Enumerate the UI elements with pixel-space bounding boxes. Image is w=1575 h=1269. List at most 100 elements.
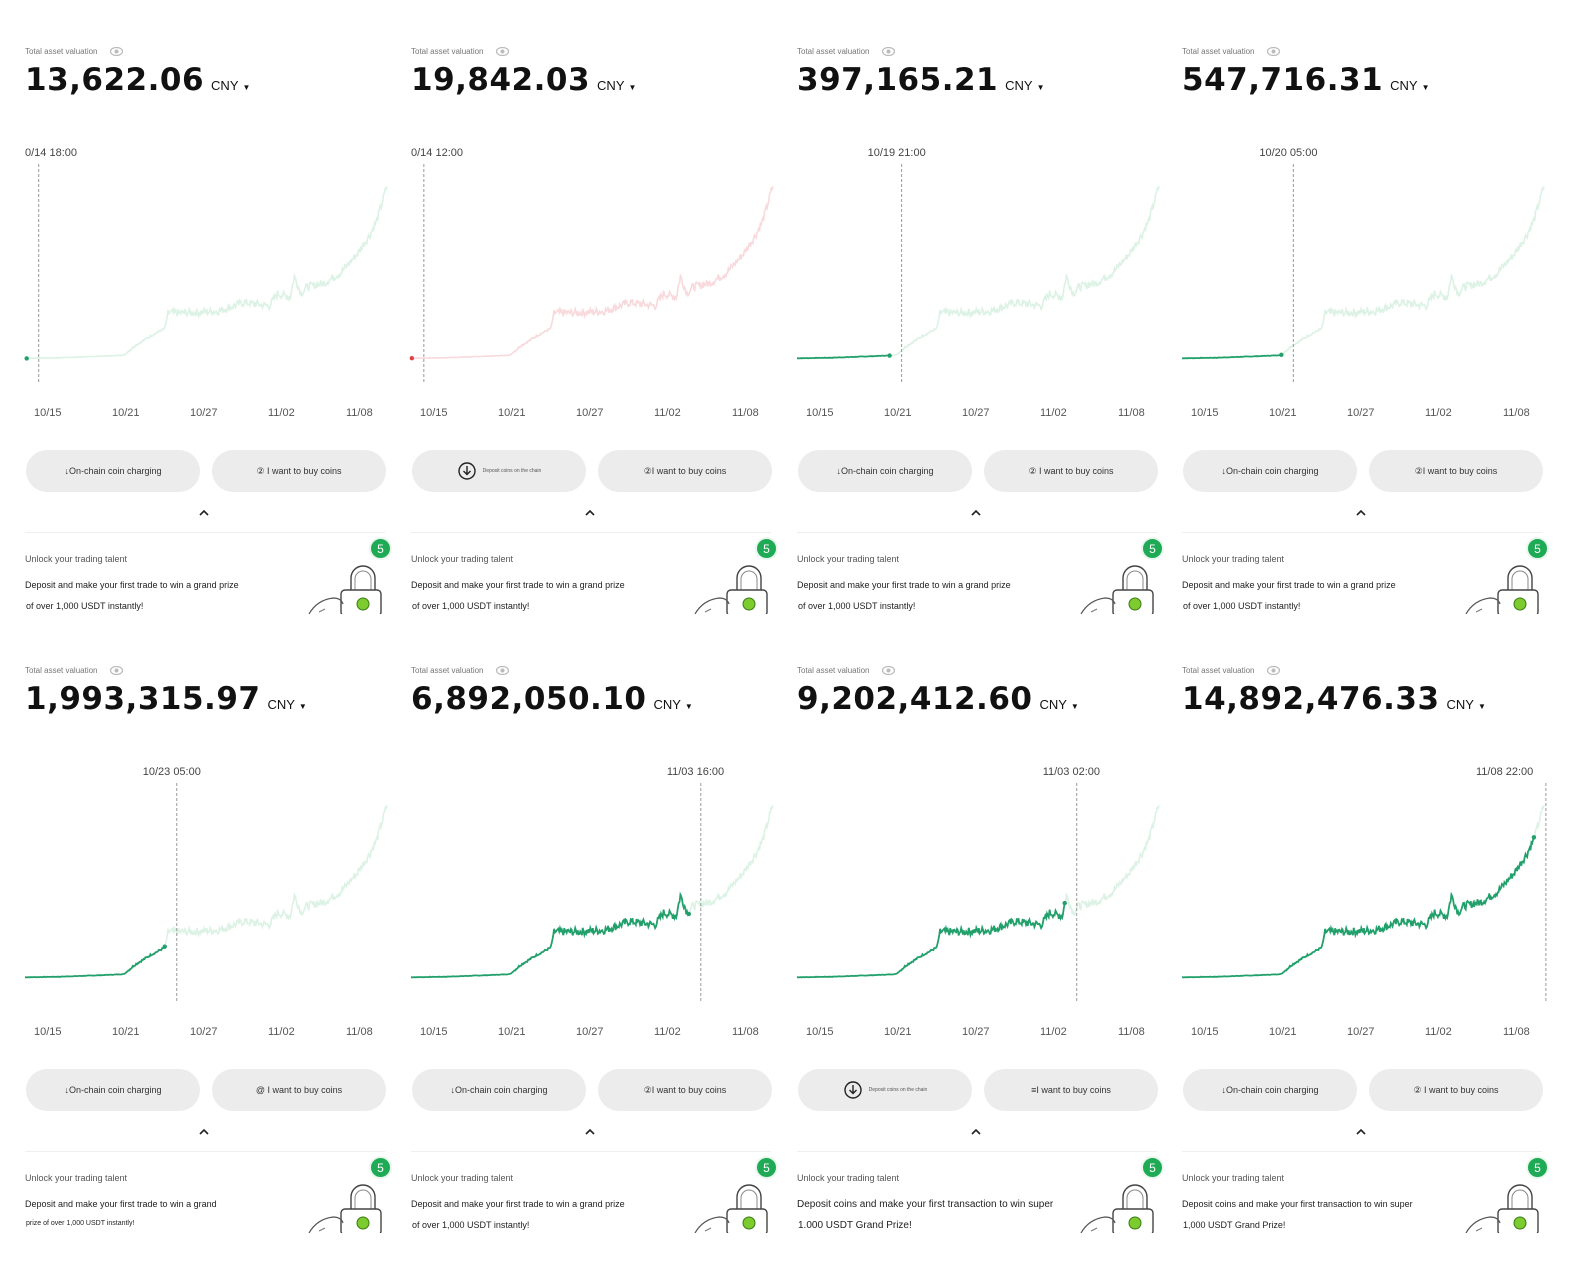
asset-value-row[interactable]: 9,202,412.60 CNY ▼ [797, 681, 1079, 717]
asset-value: 19,842.03 [411, 62, 591, 98]
x-tick-label: 11/02 [1425, 1026, 1452, 1038]
eye-icon[interactable] [495, 666, 509, 675]
valuation-label: Total asset valuation [797, 47, 895, 56]
caret-up-icon[interactable] [969, 1127, 983, 1137]
promo-text-line-2: of over 1,000 USDT instantly! [412, 601, 530, 611]
currency-label: CNY [653, 697, 681, 712]
asset-panel-1: Total asset valuation 13,622.06 CNY ▼ 0/… [24, 42, 397, 642]
asset-value-row[interactable]: 6,892,050.10 CNY ▼ [411, 681, 693, 717]
asset-value-row[interactable]: 1,993,315.97 CNY ▼ [25, 681, 307, 717]
on-chain-deposit-button[interactable]: Deposit coins on the chain [798, 1069, 972, 1111]
on-chain-deposit-button[interactable]: ↓On-chain coin charging [798, 450, 972, 492]
x-tick-label: 10/15 [1191, 407, 1219, 419]
caret-up-icon[interactable] [969, 508, 983, 518]
asset-value-row[interactable]: 397,165.21 CNY ▼ [797, 62, 1045, 98]
caret-down-icon[interactable]: ▼ [1037, 83, 1045, 92]
chart-line-future [1533, 805, 1545, 841]
asset-value: 13,622.06 [25, 62, 205, 98]
asset-chart[interactable]: 10/20 05:00 10/15 10/21 10/27 11/02 11/08 [1181, 142, 1545, 422]
asset-chart[interactable]: 11/03 02:00 10/15 10/21 10/27 11/02 11/08 [796, 761, 1160, 1041]
valuation-label: Total asset valuation [1182, 666, 1280, 675]
caret-up-icon[interactable] [583, 508, 597, 518]
lock-icon [308, 565, 382, 614]
asset-chart[interactable]: 10/19 21:00 10/15 10/21 10/27 11/02 11/08 [796, 142, 1160, 422]
promo-text-line-2: of over 1,000 USDT instantly! [1183, 601, 1301, 611]
asset-chart[interactable]: 0/14 18:00 10/15 10/21 10/27 11/02 11/08 [24, 142, 388, 422]
eye-icon[interactable] [1266, 666, 1280, 675]
on-chain-deposit-button[interactable]: ↓On-chain coin charging [1183, 1069, 1357, 1111]
asset-value-row[interactable]: 19,842.03 CNY ▼ [411, 62, 636, 98]
lock-icon [1080, 565, 1154, 614]
asset-panel-5: Total asset valuation 1,993,315.97 CNY ▼… [24, 661, 397, 1261]
x-tick-label: 10/27 [576, 1026, 604, 1038]
on-chain-deposit-button[interactable]: ↓On-chain coin charging [412, 1069, 586, 1111]
promo-text-line-1: Deposit and make your first trade to win… [1182, 580, 1396, 590]
eye-icon[interactable] [1266, 47, 1280, 56]
action-buttons: ↓On-chain coin charging ②I want to buy c… [1183, 450, 1543, 492]
caret-down-icon[interactable]: ▼ [629, 83, 637, 92]
buy-coins-button[interactable]: @ I want to buy coins [212, 1069, 386, 1111]
action-buttons: ↓On-chain coin charging ② I want to buy … [798, 450, 1158, 492]
x-tick-label: 10/15 [1191, 1026, 1219, 1038]
caret-down-icon[interactable]: ▼ [1478, 702, 1486, 711]
chart-cursor-point [887, 353, 892, 358]
caret-down-icon[interactable]: ▼ [1071, 702, 1079, 711]
promo-badge: 5 [1526, 1156, 1549, 1179]
on-chain-deposit-button[interactable]: ↓On-chain coin charging [26, 450, 200, 492]
eye-icon[interactable] [109, 47, 123, 56]
caret-up-icon[interactable] [197, 1127, 211, 1137]
on-chain-deposit-button[interactable]: Deposit coins on the chain [412, 450, 586, 492]
caret-up-icon[interactable] [197, 508, 211, 518]
asset-chart[interactable]: 11/08 22:00 10/15 10/21 10/27 11/02 11/08 [1181, 761, 1547, 1041]
promo-badge: 5 [369, 537, 392, 560]
x-tick-label: 10/27 [962, 1026, 990, 1038]
asset-value-row[interactable]: 547,716.31 CNY ▼ [1182, 62, 1430, 98]
x-tick-label: 10/21 [498, 1026, 526, 1038]
asset-chart[interactable]: 11/03 16:00 10/15 10/21 10/27 11/02 11/08 [410, 761, 774, 1041]
caret-up-icon[interactable] [1354, 1127, 1368, 1137]
eye-icon[interactable] [881, 47, 895, 56]
on-chain-deposit-button[interactable]: ↓On-chain coin charging [1183, 450, 1357, 492]
buy-coins-button[interactable]: ② I want to buy coins [1369, 1069, 1543, 1111]
chart-cursor-point [1062, 900, 1067, 906]
promo-badge: 5 [369, 1156, 392, 1179]
buy-coins-button[interactable]: ② I want to buy coins [212, 450, 386, 492]
chart-line-future [26, 186, 388, 360]
x-tick-label: 11/02 [654, 1026, 681, 1038]
caret-down-icon[interactable]: ▼ [299, 702, 307, 711]
lock-icon [1080, 1184, 1154, 1233]
asset-value: 397,165.21 [797, 62, 999, 98]
caret-down-icon[interactable]: ▼ [243, 83, 251, 92]
valuation-label-text: Total asset valuation [1182, 666, 1255, 675]
promo-title: Unlock your trading talent [797, 1173, 900, 1183]
caret-down-icon[interactable]: ▼ [1422, 83, 1430, 92]
caret-down-icon[interactable]: ▼ [685, 702, 693, 711]
chart-cursor-point [24, 356, 29, 361]
download-icon [457, 462, 476, 480]
promo-badge: 5 [755, 537, 778, 560]
x-tick-label: 10/21 [884, 1026, 912, 1038]
eye-icon[interactable] [109, 666, 123, 675]
valuation-label-text: Total asset valuation [797, 47, 870, 56]
asset-chart[interactable]: 10/23 05:00 10/15 10/21 10/27 11/02 11/08 [24, 761, 388, 1041]
chart-line-future [1280, 186, 1545, 356]
asset-panel-7: Total asset valuation 9,202,412.60 CNY ▼… [796, 661, 1169, 1261]
asset-value-row[interactable]: 14,892,476.33 CNY ▼ [1182, 681, 1486, 717]
asset-value-row[interactable]: 13,622.06 CNY ▼ [25, 62, 250, 98]
buy-coins-button[interactable]: ≡I want to buy coins [984, 1069, 1158, 1111]
caret-up-icon[interactable] [583, 1127, 597, 1137]
buy-coins-button[interactable]: ②I want to buy coins [598, 1069, 772, 1111]
action-buttons: Deposit coins on the chain ②I want to bu… [412, 450, 772, 492]
buy-coins-button[interactable]: ② I want to buy coins [984, 450, 1158, 492]
asset-chart[interactable]: 0/14 12:00 10/15 10/21 10/27 11/02 11/08 [409, 142, 774, 422]
download-icon [843, 1081, 862, 1099]
x-tick-label: 10/15 [806, 407, 834, 419]
on-chain-deposit-button[interactable]: ↓On-chain coin charging [26, 1069, 200, 1111]
caret-up-icon[interactable] [1354, 508, 1368, 518]
buy-coins-button[interactable]: ②I want to buy coins [598, 450, 772, 492]
eye-icon[interactable] [495, 47, 509, 56]
buy-coins-button[interactable]: ②I want to buy coins [1369, 450, 1543, 492]
eye-icon[interactable] [881, 666, 895, 675]
x-tick-label: 10/15 [806, 1026, 834, 1038]
divider [797, 532, 1157, 533]
